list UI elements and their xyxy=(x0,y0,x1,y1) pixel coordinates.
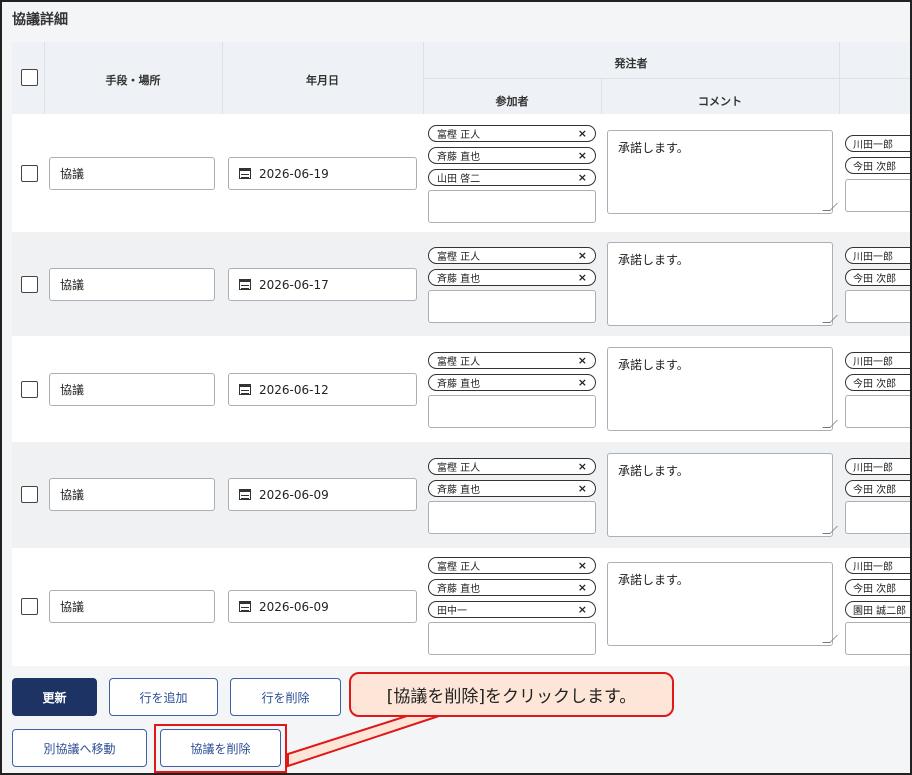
kyogi-detail-panel: 協議詳細 手段・場所 年月日 発注者 参加者 コメント 協議 2026-06-1… xyxy=(0,0,912,775)
instruction-callout: [協議を削除]をクリックします。 xyxy=(349,672,674,717)
highlight-frame xyxy=(154,724,287,773)
callout-pointer xyxy=(287,714,443,768)
